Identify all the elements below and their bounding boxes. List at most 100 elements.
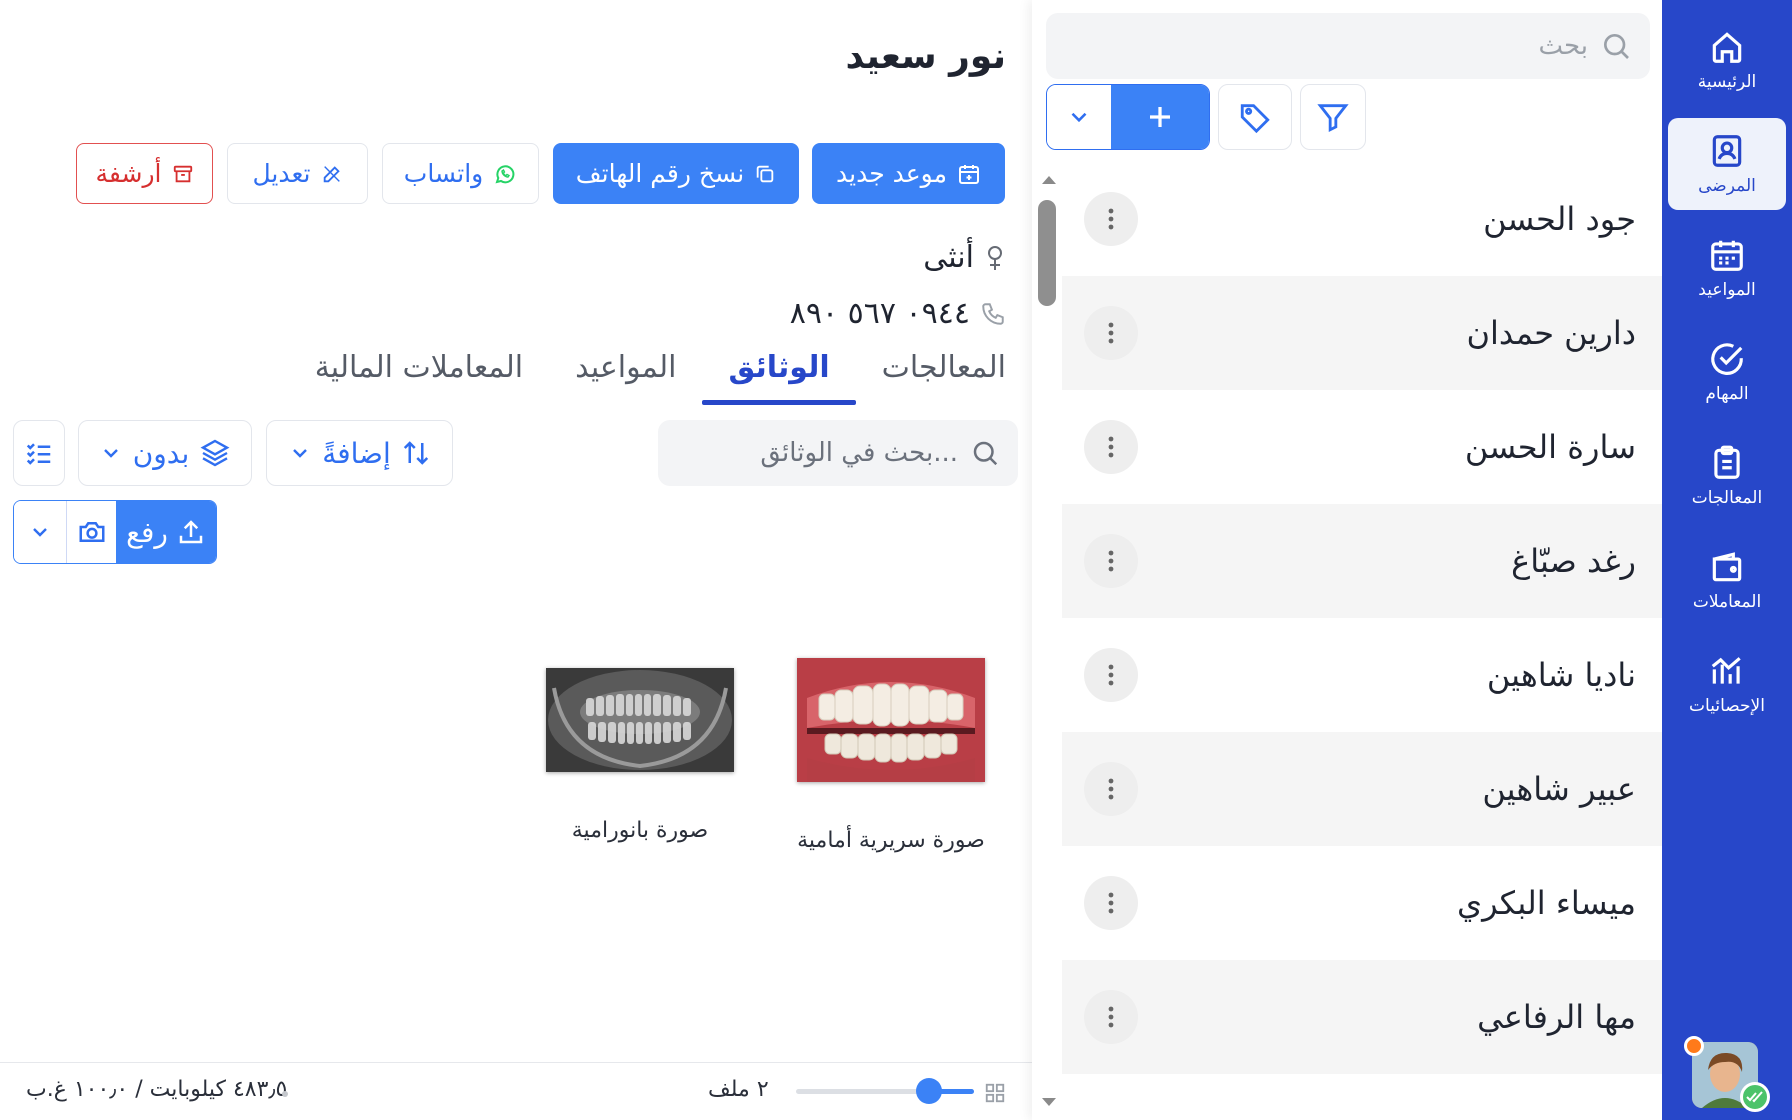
- nav-item-patients[interactable]: المرضى: [1668, 118, 1786, 210]
- phone-info: ٠٩٤٤ ٥٦٧ ٨٩٠: [790, 296, 1006, 331]
- list-item[interactable]: عبير شاهين: [1062, 732, 1662, 846]
- upload-label: رفع: [126, 515, 168, 549]
- list-item[interactable]: مها الرفاعي: [1062, 960, 1662, 1074]
- tags-button[interactable]: [1218, 84, 1292, 150]
- whatsapp-button[interactable]: واتساب: [382, 143, 539, 204]
- gender-text: أنثى: [923, 240, 974, 275]
- tab-treatments[interactable]: المعالجات: [882, 350, 1006, 399]
- nav-item-appointments[interactable]: المواعيد: [1668, 222, 1786, 314]
- patient-name: ميساء البكري: [1457, 884, 1636, 922]
- camera-icon: [79, 522, 104, 542]
- scroll-up-arrow-icon[interactable]: [1040, 174, 1058, 186]
- clipboard-icon: [1714, 445, 1740, 479]
- check-circle-icon: [1711, 343, 1743, 375]
- grid-view-icon[interactable]: [984, 1082, 1006, 1104]
- group-label: بدون: [132, 436, 190, 470]
- add-options-button[interactable]: [1047, 85, 1111, 149]
- patient-list-panel: بحث جود الحسن دارين حمدان سارة الحسن رغد…: [1032, 0, 1662, 1120]
- kebab-menu-icon: [1108, 892, 1114, 914]
- kebab-menu-icon: [1108, 550, 1114, 572]
- copy-phone-button[interactable]: نسخ رقم الهاتف: [553, 143, 799, 204]
- online-status-badge: [1740, 1082, 1770, 1112]
- patient-list: جود الحسن دارين حمدان سارة الحسن رغد صبّ…: [1062, 162, 1662, 1074]
- patient-card-icon: [1712, 135, 1742, 167]
- chevron-down-icon: [33, 528, 47, 537]
- patient-name: سارة الحسن: [1464, 428, 1636, 466]
- new-appointment-label: موعد جديد: [836, 159, 947, 188]
- checklist-icon: [26, 443, 51, 465]
- patient-detail-panel: نور سعيد موعد جديد نسخ رقم الهاتف واتساب…: [0, 0, 1032, 1120]
- panoramic-xray-thumbnail: [546, 668, 734, 772]
- list-item[interactable]: دارين حمدان: [1062, 276, 1662, 390]
- camera-button[interactable]: [66, 501, 116, 563]
- list-item[interactable]: ميساء البكري: [1062, 846, 1662, 960]
- phone-text: ٠٩٤٤ ٥٦٧ ٨٩٠: [789, 296, 970, 331]
- more-options-button[interactable]: [1084, 762, 1138, 816]
- upload-icon: [179, 520, 203, 544]
- more-options-button[interactable]: [1084, 192, 1138, 246]
- document-card[interactable]: صورة بانورامية: [540, 652, 740, 843]
- nav-item-transactions[interactable]: المعاملات: [1668, 534, 1786, 626]
- kebab-menu-icon: [1108, 664, 1114, 686]
- document-caption: صورة بانورامية: [571, 818, 709, 843]
- more-options-button[interactable]: [1084, 420, 1138, 474]
- documents-search-input[interactable]: بحث في الوثائق...: [658, 420, 1018, 486]
- more-options-button[interactable]: [1084, 648, 1138, 702]
- list-item[interactable]: رغد صبّاغ: [1062, 504, 1662, 618]
- phone-icon: [982, 302, 1004, 325]
- patient-name: رغد صبّاغ: [1511, 542, 1636, 580]
- layers-icon: [200, 439, 230, 467]
- tab-documents[interactable]: الوثائق: [702, 350, 856, 405]
- tag-icon: [1240, 104, 1270, 134]
- separator-dot: [282, 1091, 288, 1097]
- nav-label: المعالجات: [1691, 488, 1763, 508]
- calendar-icon: [1711, 240, 1743, 271]
- zoom-slider-handle[interactable]: [916, 1078, 942, 1104]
- more-options-button[interactable]: [1084, 306, 1138, 360]
- tab-appointments[interactable]: المواعيد: [575, 350, 676, 399]
- select-mode-button[interactable]: [13, 420, 65, 486]
- stats-icon: [1711, 657, 1741, 684]
- list-item[interactable]: جود الحسن: [1062, 162, 1662, 276]
- new-appointment-button[interactable]: موعد جديد: [812, 143, 1005, 204]
- patient-search-placeholder: بحث: [1538, 31, 1588, 61]
- nav-item-tasks[interactable]: المهام: [1668, 326, 1786, 418]
- list-item[interactable]: سارة الحسن: [1062, 390, 1662, 504]
- document-card[interactable]: صورة سريرية أمامية: [791, 652, 991, 853]
- filter-button[interactable]: [1300, 84, 1366, 150]
- list-item[interactable]: ناديا شاهين: [1062, 618, 1662, 732]
- sort-label: إضافةً: [322, 436, 391, 470]
- scrollbar-thumb[interactable]: [1038, 200, 1056, 306]
- document-caption: صورة سريرية أمامية: [797, 828, 985, 853]
- more-options-button[interactable]: [1084, 876, 1138, 930]
- edit-button[interactable]: تعديل: [227, 143, 368, 204]
- patient-name: مها الرفاعي: [1477, 998, 1636, 1036]
- archive-label: أرشفة: [95, 159, 162, 188]
- more-options-button[interactable]: [1084, 534, 1138, 588]
- kebab-menu-icon: [1108, 208, 1114, 230]
- upload-button-group: رفع: [13, 500, 217, 564]
- add-patient-button[interactable]: [1111, 85, 1209, 149]
- nav-item-treatments[interactable]: المعالجات: [1668, 430, 1786, 522]
- whatsapp-icon: [495, 164, 515, 183]
- tab-financial-transactions[interactable]: المعاملات المالية: [315, 350, 523, 399]
- patient-name: دارين حمدان: [1466, 314, 1637, 352]
- more-options-button[interactable]: [1084, 990, 1138, 1044]
- upload-options-button[interactable]: [14, 501, 66, 563]
- whatsapp-label: واتساب: [403, 159, 484, 188]
- group-select[interactable]: بدون: [78, 420, 252, 486]
- nav-item-home[interactable]: الرئيسية: [1668, 14, 1786, 106]
- edit-label: تعديل: [252, 159, 311, 188]
- nav-label: المرضى: [1698, 176, 1756, 196]
- scroll-down-arrow-icon[interactable]: [1040, 1096, 1058, 1108]
- sort-select[interactable]: إضافةً: [266, 420, 453, 486]
- plus-icon: [1150, 107, 1170, 127]
- copy-phone-label: نسخ رقم الهاتف: [575, 159, 745, 188]
- storage-usage: ٤٨٣٫٥ كيلوبايت / ١٠٠٫٠ غ.ب: [26, 1077, 288, 1102]
- archive-button[interactable]: أرشفة: [76, 143, 213, 204]
- upload-button[interactable]: رفع: [116, 501, 216, 563]
- patient-name: عبير شاهين: [1482, 770, 1636, 808]
- patient-search-input[interactable]: بحث: [1046, 13, 1650, 79]
- nav-item-statistics[interactable]: الإحصائيات: [1668, 638, 1786, 730]
- filter-icon: [1317, 104, 1349, 133]
